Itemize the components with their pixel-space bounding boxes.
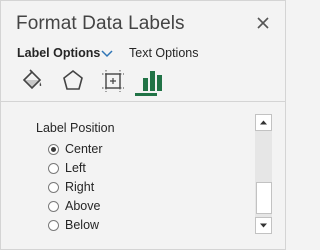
label-options-icon[interactable]: [139, 67, 167, 95]
format-data-labels-pane: Format Data Labels Label Options Text Op…: [0, 0, 286, 250]
radio-label: Left: [65, 161, 86, 175]
label-position-heading: Label Position: [36, 121, 115, 135]
effects-icon[interactable]: [59, 67, 87, 95]
tab-label-options[interactable]: Label Options: [17, 46, 100, 60]
radio-button[interactable]: [48, 182, 59, 193]
vertical-scrollbar[interactable]: [255, 114, 272, 234]
size-properties-icon[interactable]: [99, 67, 127, 95]
tab-text-options[interactable]: Text Options: [129, 46, 198, 60]
close-icon[interactable]: [254, 14, 272, 32]
label-position-section: Label Position Center Left Right Above B…: [18, 107, 254, 244]
fill-line-icon[interactable]: [19, 67, 47, 95]
scroll-up-button[interactable]: [255, 114, 272, 131]
radio-button[interactable]: [48, 220, 59, 231]
chevron-down-icon[interactable]: [101, 48, 113, 58]
scroll-thumb[interactable]: [256, 182, 272, 214]
radio-button[interactable]: [48, 144, 59, 155]
radio-label: Center: [65, 142, 103, 156]
radio-label: Above: [65, 199, 101, 213]
pane-title: Format Data Labels: [16, 13, 185, 34]
radio-label: Below: [65, 218, 100, 232]
divider: [1, 101, 286, 102]
triangle-up-icon: [260, 120, 267, 125]
radio-label: Right: [65, 180, 95, 194]
selected-category-indicator: [135, 93, 157, 96]
radio-button[interactable]: [48, 163, 59, 174]
triangle-down-icon: [260, 223, 267, 228]
radio-button[interactable]: [48, 201, 59, 212]
scroll-down-button[interactable]: [255, 217, 272, 234]
